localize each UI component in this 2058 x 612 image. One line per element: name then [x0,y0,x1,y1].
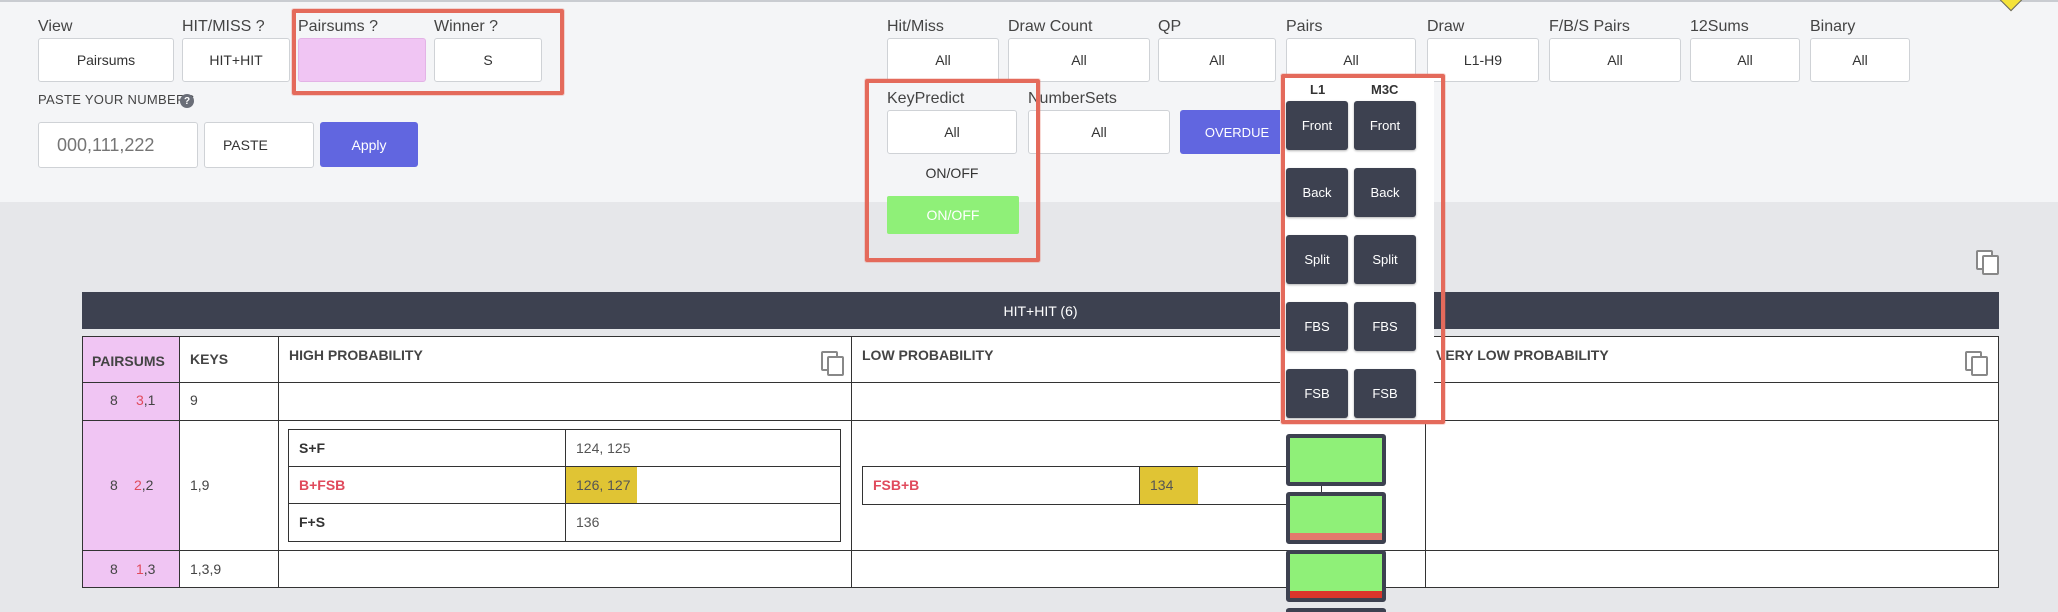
row-keys: 9 [190,392,198,408]
col-header-very-low: VERY LOW PROBABILITY [1436,347,1609,363]
row-pair: 2,2 [134,477,154,493]
filter-select[interactable]: L1-H9 [1427,38,1539,82]
overdue-button[interactable]: OVERDUE [1180,110,1294,154]
group-values: 136 [576,514,600,530]
table-row: S+F 124, 125 [289,430,840,467]
divider [83,420,1998,421]
group-name: S+F [299,440,326,456]
popup-col-header-m3c: M3C [1371,82,1399,97]
group-values: 126, 127 [576,477,631,493]
winner-select[interactable]: S [434,38,542,82]
numbersets-select[interactable]: All [1028,110,1170,154]
hitmiss-label: HIT/MISS ? [182,18,265,35]
view-label: View [38,18,73,35]
status-block [1286,608,1386,612]
row-pair: 1,3 [136,561,156,577]
row-sum: 8 [110,477,118,493]
keypredict-toggle-on[interactable]: ON/OFF [887,196,1019,234]
popup-button-split[interactable]: Split [1286,235,1348,284]
filter-select[interactable]: All [1810,38,1910,82]
popup-button-front[interactable]: Front [1354,101,1416,150]
filter-label: 12Sums [1690,18,1749,35]
divider [83,550,1998,551]
filter-label: Draw [1427,18,1465,35]
winner-label: Winner ? [434,18,499,35]
status-block [1286,550,1386,602]
popup-button-fsb[interactable]: FSB [1286,369,1348,418]
popup-button-front[interactable]: Front [1286,101,1348,150]
row-sum: 8 [110,392,118,408]
group-values: 134 [1150,477,1174,493]
row-sum: 8 [110,561,118,577]
filter-label: QP [1158,18,1182,35]
divider [83,382,1998,383]
keypredict-label: KeyPredict [887,90,965,107]
popup-button-back[interactable]: Back [1286,168,1348,217]
col-header-pairsums: PAIRSUMS [92,353,165,369]
filter-select[interactable]: All [1158,38,1276,82]
popup-col-header-l1: L1 [1310,82,1326,97]
popup-button-split[interactable]: Split [1354,235,1416,284]
results-table: PAIRSUMS KEYS HIGH PROBABILITY LOW PROBA… [82,336,1999,588]
view-select[interactable]: Pairsums [38,38,174,82]
col-header-keys: KEYS [190,351,229,367]
copy-icon[interactable] [1976,250,1999,275]
apply-button[interactable]: Apply [320,122,418,167]
table-row: F+S 136 [289,504,840,541]
low-probability-table: FSB+B 134 [862,466,1322,505]
popup-button-back[interactable]: Back [1354,168,1416,217]
numbers-input[interactable] [38,122,198,168]
table-row: B+FSB 126, 127 [289,467,840,504]
filter-select[interactable]: All [1008,38,1150,82]
popup-button-fsb[interactable]: FSB [1354,369,1416,418]
keypredict-toggle-off[interactable]: ON/OFF [887,160,1017,186]
help-icon[interactable]: ? [180,94,194,108]
filter-label: Hit/Miss [887,18,944,35]
pairsums-select[interactable] [298,38,426,82]
paste-numbers-label: PASTE YOUR NUMBERS [38,92,195,107]
filter-select[interactable]: All [887,38,999,82]
filter-panel: View Pairsums HIT/MISS ? HIT+HIT Pairsum… [0,0,2058,202]
numbersets-label: NumberSets [1028,90,1117,107]
row-keys: 1,9 [190,477,210,493]
filter-label: Binary [1810,18,1856,35]
copy-icon[interactable] [821,351,844,376]
col-header-low: LOW PROBABILITY [862,347,994,363]
filter-label: F/B/S Pairs [1549,18,1630,35]
keypredict-select[interactable]: All [887,110,1017,154]
table-header-bar: HIT+HIT (6) [82,292,1999,329]
popup-button-fbs[interactable]: FBS [1354,302,1416,351]
group-values: 124, 125 [576,440,631,456]
status-stripe [1290,591,1382,598]
paste-button[interactable]: PASTE [204,122,314,168]
filter-select[interactable]: All [1549,38,1681,82]
row-pair: 3,1 [136,392,156,408]
copy-icon[interactable] [1965,351,1988,376]
filter-label: Pairs [1286,18,1323,35]
group-name: FSB+B [873,477,920,493]
status-block [1286,492,1386,544]
filter-select[interactable]: All [1690,38,1800,82]
popup-button-fbs[interactable]: FBS [1286,302,1348,351]
hitmiss-select[interactable]: HIT+HIT [182,38,290,82]
filter-label: Draw Count [1008,18,1093,35]
col-header-high: HIGH PROBABILITY [289,347,423,363]
group-name: F+S [299,514,326,530]
table-row: FSB+B 134 [863,467,1321,504]
high-probability-table: S+F 124, 125 B+FSB 126, 127 F+S 136 [288,429,841,542]
status-stripe [1290,533,1382,540]
row-keys: 1,3,9 [190,561,222,577]
group-name: B+FSB [299,477,346,493]
status-block [1286,434,1386,486]
pairsums-label: Pairsums ? [298,18,379,35]
